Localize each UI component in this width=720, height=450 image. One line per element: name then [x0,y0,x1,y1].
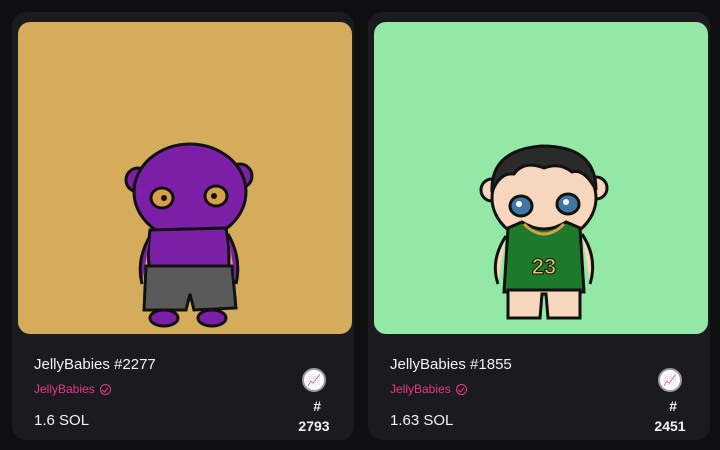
nft-info: JellyBabies #1855 JellyBabies 1.63 SOL 📈… [368,334,710,440]
rarity-rank-icon[interactable]: 📈 [658,368,682,392]
collection-label: JellyBabies [34,382,95,396]
jersey-number: 23 [532,254,556,279]
purple-character-image [18,22,352,334]
collection-label: JellyBabies [390,382,451,396]
rank-symbol: # [669,398,677,414]
nft-price: 1.6 SOL [34,412,90,429]
rank-value: 2793 [298,418,330,434]
nft-artwork[interactable] [18,22,352,334]
rank-symbol: # [313,398,321,414]
nft-card[interactable]: 23 JellyBabies #1855 JellyBabies 1.63 SO… [368,12,710,440]
nft-price: 1.63 SOL [390,412,454,429]
basketball-character-image: 23 [374,22,708,334]
collection-name[interactable]: JellyBabies [34,382,111,396]
nft-title[interactable]: JellyBabies #1855 [390,356,512,373]
rank-value: 2451 [654,418,686,434]
nft-grid: JellyBabies #2277 JellyBabies 1.6 SOL 📈 … [0,0,720,450]
verified-check-icon [455,383,467,395]
nft-title[interactable]: JellyBabies #2277 [34,356,156,373]
nft-artwork[interactable]: 23 [374,22,708,334]
rarity-rank-icon[interactable]: 📈 [302,368,326,392]
nft-card[interactable]: JellyBabies #2277 JellyBabies 1.6 SOL 📈 … [12,12,354,440]
collection-name[interactable]: JellyBabies [390,382,467,396]
nft-info: JellyBabies #2277 JellyBabies 1.6 SOL 📈 … [12,334,354,440]
verified-check-icon [99,383,111,395]
